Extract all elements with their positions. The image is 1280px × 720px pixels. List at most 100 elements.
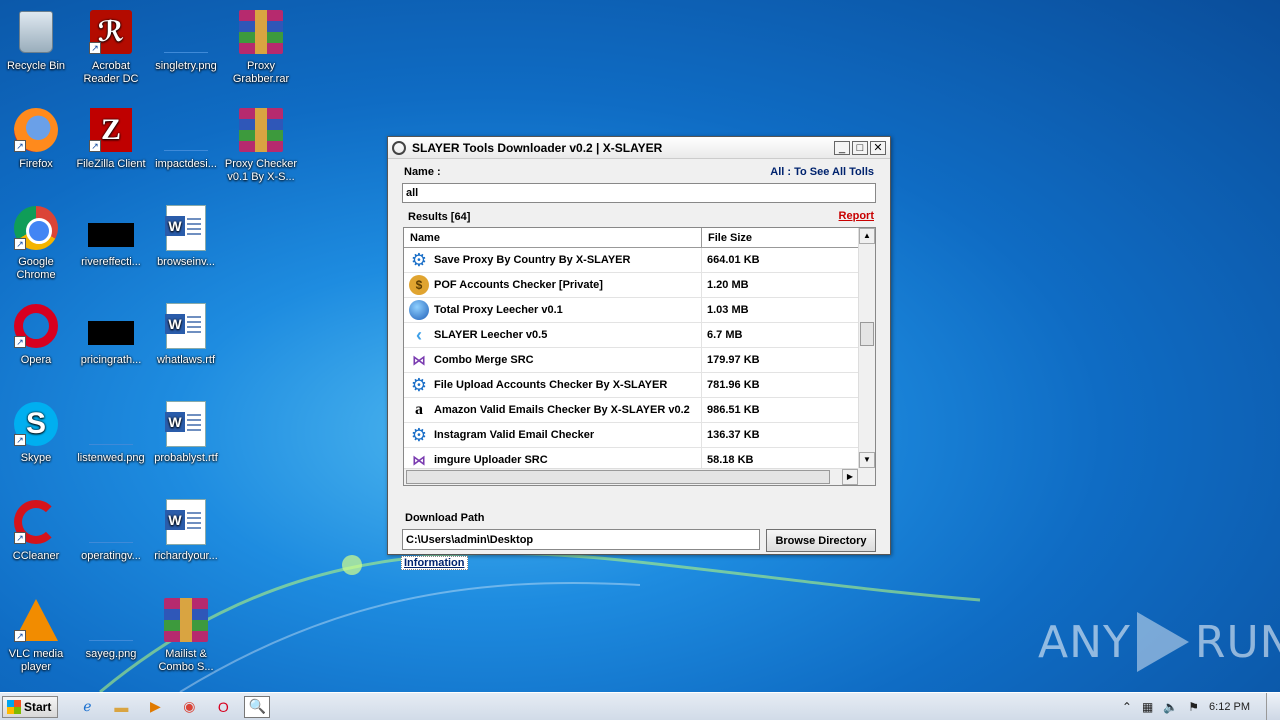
list-item[interactable]: a Amazon Valid Emails Checker By X-SLAYER… <box>404 398 859 423</box>
search-input[interactable] <box>402 183 876 203</box>
action-center-flag-icon[interactable]: ⚑ <box>1188 700 1199 714</box>
desktop-icon-vlc[interactable]: ↗ VLC media player <box>0 596 74 674</box>
desktop-icon-chrome[interactable]: ↗ Google Chrome <box>0 204 74 282</box>
shortcut-arrow-icon: ↗ <box>14 532 26 544</box>
tray-expand-icon[interactable]: ⌃ <box>1122 700 1132 714</box>
maximize-button[interactable]: □ <box>852 140 868 155</box>
minimize-button[interactable]: _ <box>834 140 850 155</box>
item-size: 664.01 KB <box>707 254 760 266</box>
browse-directory-button[interactable]: Browse Directory <box>766 529 876 552</box>
item-name: Amazon Valid Emails Checker By X-SLAYER … <box>434 404 690 416</box>
item-name: Save Proxy By Country By X-SLAYER <box>434 254 631 266</box>
desktop-icon-whatlaws[interactable]: whatlaws.rtf <box>148 302 224 367</box>
horizontal-scrollbar[interactable]: ▶ <box>404 468 859 485</box>
network-icon[interactable]: ▦ <box>1142 700 1153 714</box>
window-titlebar[interactable]: SLAYER Tools Downloader v0.2 | X-SLAYER … <box>388 137 890 159</box>
horizontal-scroll-thumb[interactable] <box>406 470 830 484</box>
desktop-icon-acrobat[interactable]: ℛ ↗ Acrobat Reader DC <box>73 8 149 86</box>
desktop-icon-singletry[interactable]: singletry.png <box>148 8 224 73</box>
report-link[interactable]: Report <box>839 210 874 222</box>
desktop-icon-richardyour[interactable]: richardyour... <box>148 498 224 563</box>
image-file-icon <box>89 431 133 445</box>
scroll-down-button[interactable]: ▼ <box>859 452 875 468</box>
scroll-right-button[interactable]: ▶ <box>842 469 858 485</box>
desktop-icon-impactdesi[interactable]: impactdesi... <box>148 106 224 171</box>
desktop-icon-proxy-checker[interactable]: Proxy Checker v0.1 By X-S... <box>223 106 299 184</box>
column-header-name[interactable]: Name <box>404 228 702 247</box>
list-item[interactable]: $ POF Accounts Checker [Private] 1.20 MB <box>404 273 859 298</box>
list-item[interactable]: ⋈ Combo Merge SRC 179.97 KB <box>404 348 859 373</box>
internet-explorer-icon[interactable]: ℯ <box>74 696 100 718</box>
image-file-icon <box>164 39 208 53</box>
list-item[interactable]: ⚙ Instagram Valid Email Checker 136.37 KB <box>404 423 859 448</box>
slayer-taskbar-icon[interactable]: 🔍 <box>244 695 271 718</box>
desktop-icon-proxy-grabber[interactable]: Proxy Grabber.rar <box>223 8 299 86</box>
item-name: POF Accounts Checker [Private] <box>434 279 603 291</box>
scroll-up-button[interactable]: ▲ <box>859 228 875 244</box>
desktop-icon-firefox[interactable]: ↗ Firefox <box>0 106 74 171</box>
item-name: imgure Uploader SRC <box>434 454 548 466</box>
download-path-input[interactable] <box>402 529 760 550</box>
anyrun-watermark: ANY RUN <box>1038 612 1280 672</box>
list-item[interactable]: ‹ SLAYER Leecher v0.5 6.7 MB <box>404 323 859 348</box>
image-file-icon <box>89 529 133 543</box>
item-size: 136.37 KB <box>707 429 760 441</box>
image-file-icon <box>88 223 134 247</box>
opera-taskbar-icon[interactable]: O <box>210 696 236 718</box>
item-size: 6.7 MB <box>707 329 743 341</box>
list-rows: ⚙ Save Proxy By Country By X-SLAYER 664.0… <box>404 248 859 473</box>
item-size: 1.03 MB <box>707 304 749 316</box>
column-header-size[interactable]: File Size <box>702 228 859 247</box>
magnifier-icon <box>392 140 406 155</box>
desktop-icon-rivereffecti[interactable]: rivereffecti... <box>73 204 149 269</box>
desktop-icon-filezilla[interactable]: Z ↗ FileZilla Client <box>73 106 149 171</box>
desktop-icon-mailist[interactable]: Mailist & Combo S... <box>148 596 224 674</box>
tools-list[interactable]: Name File Size ⚙ Save Proxy By Country By… <box>403 227 876 486</box>
vertical-scrollbar[interactable]: ▲ ▼ <box>858 228 875 468</box>
vertical-scroll-thumb[interactable] <box>860 322 874 346</box>
winrar-icon <box>239 108 283 152</box>
volume-icon[interactable]: 🔈 <box>1163 700 1178 714</box>
shortcut-arrow-icon: ↗ <box>14 434 26 446</box>
chrome-taskbar-icon[interactable]: ◉ <box>176 696 202 718</box>
name-label: Name : <box>404 166 441 178</box>
desktop-icon-sayeg[interactable]: sayeg.png <box>73 596 149 661</box>
desktop-icon-skype[interactable]: S ↗ Skype <box>0 400 74 465</box>
desktop-icon-browseinv[interactable]: browseinv... <box>148 204 224 269</box>
shortcut-arrow-icon: ↗ <box>14 336 26 348</box>
desktop-icon-ccleaner[interactable]: ↗ CCleaner <box>0 498 74 563</box>
image-file-icon <box>88 321 134 345</box>
shortcut-arrow-icon: ↗ <box>14 630 26 642</box>
clock[interactable]: 6:12 PM <box>1209 701 1250 713</box>
item-name: Instagram Valid Email Checker <box>434 429 595 441</box>
money-bag-icon: $ <box>409 275 429 295</box>
list-item[interactable]: ⚙ Save Proxy By Country By X-SLAYER 664.0… <box>404 248 859 273</box>
start-button[interactable]: Start <box>2 695 59 718</box>
show-desktop-button[interactable] <box>1266 693 1280 720</box>
desktop-icon-operatingv[interactable]: operatingv... <box>73 498 149 563</box>
item-size: 781.96 KB <box>707 379 760 391</box>
word-doc-icon <box>165 205 206 251</box>
all-hint-label: All : To See All Tolls <box>770 166 874 178</box>
item-size: 58.18 KB <box>707 454 754 466</box>
windows-logo-icon <box>7 699 21 714</box>
information-link[interactable]: Information <box>401 556 468 570</box>
desktop-icon-probablyst[interactable]: probablyst.rtf <box>148 400 224 465</box>
window-title: SLAYER Tools Downloader v0.2 | X-SLAYER <box>412 140 663 155</box>
item-name: Total Proxy Leecher v0.1 <box>434 304 563 316</box>
close-button[interactable]: ✕ <box>870 140 886 155</box>
list-item[interactable]: ⚙ File Upload Accounts Checker By X-SLAYE… <box>404 373 859 398</box>
word-doc-icon <box>165 401 206 447</box>
desktop-icon-recycle-bin[interactable]: Recycle Bin <box>0 8 74 73</box>
item-size: 986.51 KB <box>707 404 760 416</box>
word-doc-icon <box>165 303 206 349</box>
media-player-icon[interactable]: ▶ <box>142 696 168 718</box>
desktop-icon-listenwed[interactable]: listenwed.png <box>73 400 149 465</box>
desktop-icon-pricingrath[interactable]: pricingrath... <box>73 302 149 367</box>
desktop-icon-opera[interactable]: ↗ Opera <box>0 302 74 367</box>
file-explorer-icon[interactable]: ▬ <box>108 696 134 718</box>
globe-icon <box>409 300 429 320</box>
scrollbar-corner <box>858 468 875 485</box>
list-item[interactable]: Total Proxy Leecher v0.1 1.03 MB <box>404 298 859 323</box>
item-name: Combo Merge SRC <box>434 354 534 366</box>
